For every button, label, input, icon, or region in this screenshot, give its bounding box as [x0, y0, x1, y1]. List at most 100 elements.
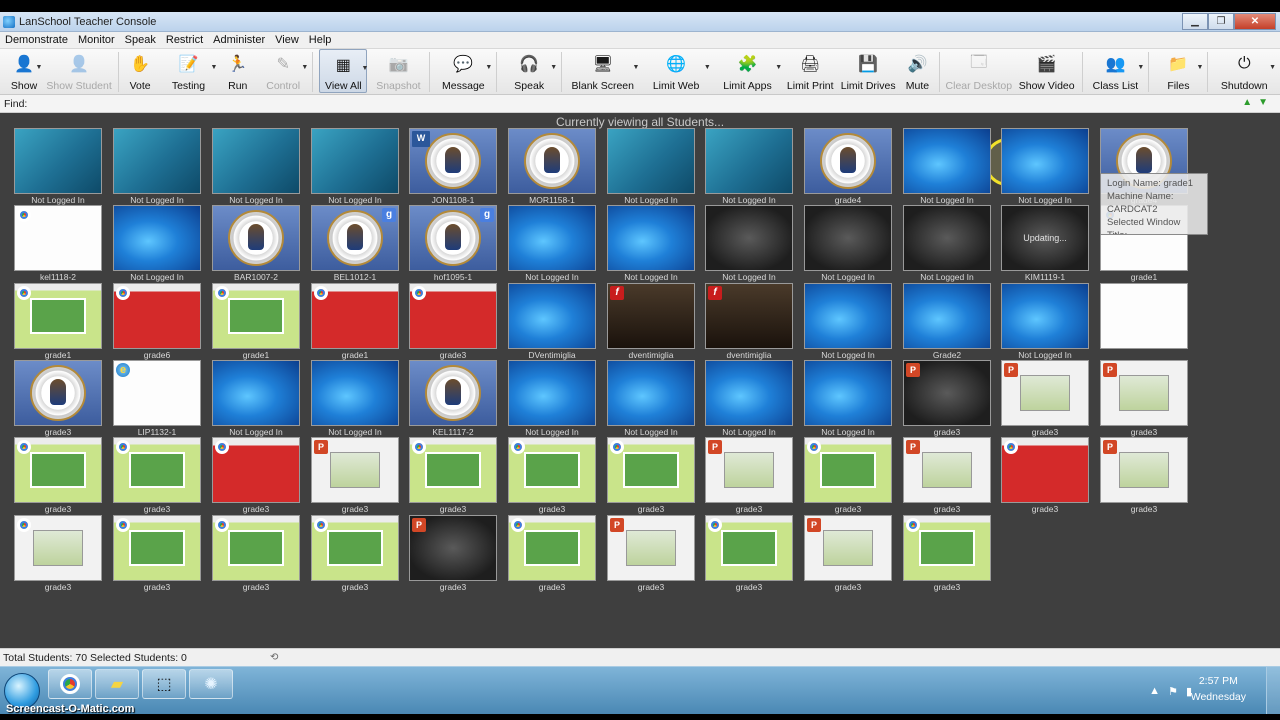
student-thumbnail[interactable]: grade3	[212, 515, 302, 593]
dropdown-arrow-icon[interactable]: ▼	[775, 64, 782, 71]
blank-screen-button[interactable]: 🖥 Blank Screen ▼	[568, 49, 640, 93]
dropdown-arrow-icon[interactable]: ▼	[1197, 64, 1204, 71]
dropdown-arrow-icon[interactable]: ▼	[35, 64, 42, 71]
student-thumbnail[interactable]: Not Logged In	[903, 205, 993, 283]
action-center-flag-icon[interactable]: ⚑	[1168, 685, 1178, 698]
student-thumbnail[interactable]: grade3	[14, 515, 104, 593]
student-thumbnail[interactable]: g BEL1012-1	[311, 205, 401, 283]
show-student-button[interactable]: 👤 Show Student	[46, 49, 111, 93]
student-thumbnail[interactable]: grade3	[607, 437, 697, 515]
student-thumbnail[interactable]: grade3	[705, 515, 795, 593]
student-thumbnail[interactable]: Grade2	[903, 283, 993, 361]
view-all-button[interactable]: ▦ View All ▼	[319, 49, 368, 93]
student-thumbnail[interactable]: Not Logged In	[1001, 128, 1091, 206]
student-thumbnail[interactable]: grade3	[14, 360, 104, 438]
minimize-button[interactable]: ▁	[1182, 13, 1208, 30]
student-thumbnail[interactable]: g hof1095-1	[409, 205, 499, 283]
student-thumbnail[interactable]	[1100, 283, 1190, 361]
student-thumbnail[interactable]: grade1	[14, 283, 104, 361]
student-thumbnail[interactable]: Not Logged In	[14, 128, 104, 206]
student-thumbnail[interactable]: BAR1007-2	[212, 205, 302, 283]
menu-item-restrict[interactable]: Restrict	[161, 34, 208, 46]
student-thumbnail[interactable]: grade3	[212, 437, 302, 515]
mute-button[interactable]: 🔊 Mute	[902, 49, 933, 93]
limit-drives-button[interactable]: 💾 Limit Drives	[840, 49, 896, 93]
menu-item-monitor[interactable]: Monitor	[73, 34, 120, 46]
limit-web-button[interactable]: 🌐 Limit Web ▼	[643, 49, 711, 93]
clear-desktop-button[interactable]: 🗔 Clear Desktop	[946, 49, 1013, 93]
student-thumbnail[interactable]: Pgrade3	[607, 515, 697, 593]
student-thumbnail[interactable]: grade1	[311, 283, 401, 361]
dropdown-arrow-icon[interactable]: ▼	[301, 64, 308, 71]
student-thumbnail[interactable]: Not Logged In	[508, 360, 598, 438]
student-thumbnail[interactable]: Not Logged In	[113, 128, 203, 206]
student-thumbnail[interactable]: grade1	[212, 283, 302, 361]
student-thumbnail[interactable]: Not Logged In	[705, 205, 795, 283]
dropdown-arrow-icon[interactable]: ▼	[210, 64, 217, 71]
student-thumbnail[interactable]: grade3	[1001, 437, 1091, 515]
maximize-button[interactable]: ❐	[1208, 13, 1234, 30]
menu-item-view[interactable]: View	[270, 34, 304, 46]
files-button[interactable]: 📁 Files ▼	[1155, 49, 1204, 93]
student-thumbnail[interactable]: e LIP1132-1	[113, 360, 203, 438]
show-hidden-icons-icon[interactable]: ▲	[1149, 685, 1160, 697]
student-thumbnail[interactable]: Not Logged In	[1001, 283, 1091, 361]
screen-select-icon[interactable]: ⬚	[142, 669, 186, 699]
student-thumbnail[interactable]: grade3	[804, 437, 894, 515]
student-thumbnail[interactable]: Not Logged In	[607, 205, 697, 283]
student-thumbnail[interactable]: Not Logged In	[804, 283, 894, 361]
limit-print-button[interactable]: 🖨 Limit Print	[786, 49, 834, 93]
menu-item-help[interactable]: Help	[304, 34, 337, 46]
student-thumbnail[interactable]: Not Logged In	[212, 128, 302, 206]
student-thumbnail[interactable]: Not Logged In	[311, 128, 401, 206]
student-thumbnail[interactable]: Pgrade3	[1001, 360, 1091, 438]
student-thumbnail[interactable]: grade3	[113, 515, 203, 593]
dropdown-arrow-icon[interactable]: ▼	[1137, 64, 1144, 71]
student-thumbnail[interactable]: Pgrade3	[903, 360, 993, 438]
student-thumbnail[interactable]: Pgrade3	[1100, 437, 1190, 515]
message-button[interactable]: 💬 Message ▼	[436, 49, 492, 93]
student-thumbnail[interactable]: Pgrade3	[705, 437, 795, 515]
dropdown-arrow-icon[interactable]: ▼	[550, 64, 557, 71]
student-thumbnail[interactable]: grade3	[508, 515, 598, 593]
student-thumbnail[interactable]: Pgrade3	[311, 437, 401, 515]
control-button[interactable]: ✎ Control ▼	[260, 49, 308, 93]
student-thumbnail[interactable]: grade3	[311, 515, 401, 593]
student-thumbnail[interactable]: grade3	[113, 437, 203, 515]
student-thumbnail[interactable]: Not Logged In	[607, 360, 697, 438]
student-thumbnail[interactable]: Not Logged In	[705, 360, 795, 438]
student-thumbnail[interactable]: Not Logged In	[804, 360, 894, 438]
student-thumbnail[interactable]: grade3	[409, 437, 499, 515]
dropdown-arrow-icon[interactable]: ▼	[632, 64, 639, 71]
student-thumbnail[interactable]: MOR1158-1	[508, 128, 598, 206]
show-button[interactable]: 👤 Show ▼	[8, 49, 42, 93]
dropdown-arrow-icon[interactable]: ▼	[485, 64, 492, 71]
student-thumbnail[interactable]: Not Logged In	[311, 360, 401, 438]
student-thumbnail[interactable]: grade3	[508, 437, 598, 515]
student-thumbnail[interactable]: grade3	[903, 515, 993, 593]
testing-button[interactable]: 📝 Testing ▼	[162, 49, 218, 93]
dropdown-arrow-icon[interactable]: ▼	[704, 64, 711, 71]
student-thumbnail[interactable]: f dventimiglia	[705, 283, 795, 361]
limit-apps-button[interactable]: 🧩 Limit Apps ▼	[715, 49, 782, 93]
find-input[interactable]	[31, 96, 1232, 111]
lanschool-icon[interactable]: ✺	[189, 669, 233, 699]
student-thumbnail[interactable]: Not Logged In	[804, 205, 894, 283]
dropdown-arrow-icon[interactable]: ▼	[361, 65, 368, 72]
sort-arrows-icon[interactable]: ▲▼	[1242, 97, 1274, 108]
vote-button[interactable]: ✋ Vote	[125, 49, 156, 93]
student-thumbnail[interactable]: grade4	[804, 128, 894, 206]
menu-item-administer[interactable]: Administer	[208, 34, 270, 46]
student-thumbnail[interactable]: KEL1117-2	[409, 360, 499, 438]
show-video-button[interactable]: 🎬 Show Video	[1018, 49, 1076, 93]
refresh-icon[interactable]: ⟲	[270, 652, 278, 663]
clock[interactable]: 2:57 PM Wednesday	[1191, 673, 1246, 705]
student-thumbnail[interactable]: Not Logged In	[212, 360, 302, 438]
snapshot-button[interactable]: 📷 Snapshot	[373, 49, 423, 93]
student-thumbnail[interactable]: Pgrade3	[804, 515, 894, 593]
student-thumbnail[interactable]: DVentimiglia	[508, 283, 598, 361]
student-thumbnail[interactable]: f dventimiglia	[607, 283, 697, 361]
chrome-icon[interactable]	[48, 669, 92, 699]
run-button[interactable]: 🏃 Run	[221, 49, 254, 93]
student-thumbnail[interactable]: Not Logged In	[705, 128, 795, 206]
